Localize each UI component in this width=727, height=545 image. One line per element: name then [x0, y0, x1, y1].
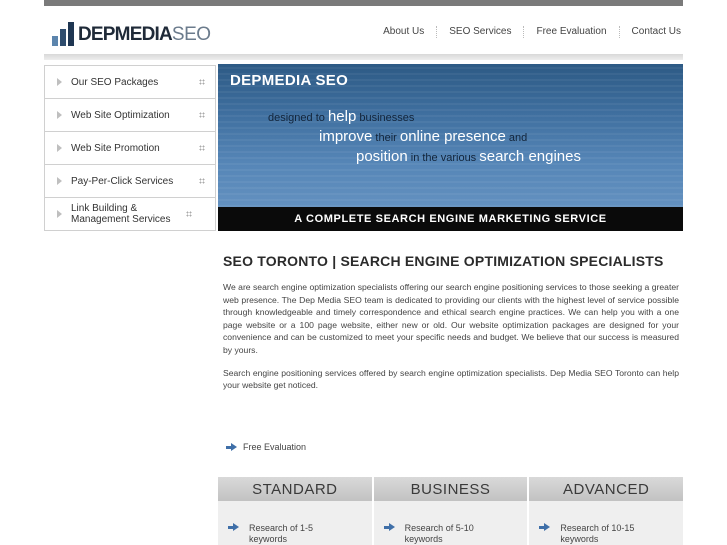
page-title: SEO TORONTO | SEARCH ENGINE OPTIMIZATION…: [223, 253, 664, 269]
tagline-emphasis: position: [356, 148, 408, 165]
package-feature: Research of 1-5 keywords: [228, 523, 372, 545]
sidebar-item-web-site-promotion[interactable]: Web Site Promotion: [45, 132, 215, 165]
tagline-text: and: [505, 132, 528, 144]
services-paragraph: Search engine positioning services offer…: [223, 367, 679, 391]
arrow-right-icon: [383, 523, 395, 532]
package-feature-label: Research of 5-10 keywords: [404, 523, 474, 544]
tagline-emphasis: improve: [319, 128, 373, 145]
sidebar-item-label: Pay-Per-Click Services: [71, 175, 174, 187]
logo-suffix: SEO: [171, 24, 211, 45]
package-header: BUSINESS: [373, 477, 528, 501]
tagline-emphasis: online presence: [399, 128, 506, 145]
dots-icon: [186, 211, 192, 217]
sidebar-item-pay-per-click[interactable]: Pay-Per-Click Services: [45, 165, 215, 198]
sidebar-item-label: Web Site Promotion: [71, 142, 160, 154]
sidebar-item-seo-packages[interactable]: Our SEO Packages: [45, 66, 215, 99]
sidebar-item-label: Our SEO Packages: [71, 76, 159, 88]
package-feature-label: Research of 1-5 keywords: [249, 523, 314, 544]
sidebar-item-link-building[interactable]: Link Building & Management Services: [45, 198, 215, 231]
package-feature-label: Research of 10-15 keywords: [560, 523, 635, 544]
package-advanced: ADVANCED Research of 10-15 keywords: [529, 477, 684, 545]
package-standard: STANDARD Research of 1-5 keywords: [218, 477, 372, 545]
hero-banner: DEPMEDIA SEO designed to help businesses…: [218, 64, 683, 231]
arrow-right-icon: [57, 78, 62, 86]
banner-tagline-1: designed to help businesses: [268, 108, 414, 125]
package-feature: Research of 10-15 keywords: [539, 523, 683, 545]
arrow-right-icon: [57, 111, 62, 119]
sidebar-nav: Our SEO Packages Web Site Optimization W…: [44, 65, 216, 231]
tagline-text: their: [372, 132, 400, 144]
header-divider: [44, 54, 683, 60]
sidebar-item-web-site-optimization[interactable]: Web Site Optimization: [45, 99, 215, 132]
top-bar: [44, 0, 683, 6]
arrow-right-icon: [228, 523, 239, 532]
logo-main: DEPMEDIA: [78, 24, 173, 45]
intro-paragraph: We are search engine optimization specia…: [223, 282, 679, 355]
banner-tagline-2: improve their online presence and: [319, 128, 527, 145]
package-business: BUSINESS Research of 5-10 keywords: [373, 477, 528, 545]
tagline-emphasis: search engines: [479, 148, 581, 165]
tagline-text: businesses: [356, 112, 415, 124]
arrow-right-icon: [57, 210, 62, 218]
nav-about-us[interactable]: About Us: [371, 26, 436, 38]
package-header: STANDARD: [218, 477, 372, 501]
main-content: SEO TORONTO | SEARCH ENGINE OPTIMIZATION…: [223, 253, 679, 392]
banner-strip: A COMPLETE SEARCH ENGINE MARKETING SERVI…: [218, 207, 683, 231]
dots-icon: [199, 145, 205, 151]
package-header: ADVANCED: [529, 477, 684, 501]
banner-title: DEPMEDIA SEO: [230, 72, 349, 89]
arrow-right-icon: [57, 144, 62, 152]
free-evaluation-label: Free Evaluation: [243, 442, 307, 452]
banner-tagline-3: position in the various search engines: [356, 148, 581, 165]
arrow-right-icon: [539, 523, 551, 532]
logo-bars-icon: [52, 22, 74, 46]
dots-icon: [199, 79, 205, 85]
nav-contact-us[interactable]: Contact Us: [618, 26, 681, 38]
top-nav: About Us SEO Services Free Evaluation Co…: [371, 26, 681, 38]
dots-icon: [199, 178, 205, 184]
dots-icon: [199, 112, 205, 118]
sidebar-item-label: Link Building & Management Services: [71, 203, 171, 225]
nav-free-evaluation[interactable]: Free Evaluation: [523, 26, 618, 38]
arrow-right-icon: [226, 442, 237, 452]
tagline-emphasis: help: [327, 108, 357, 125]
tagline-text: designed to: [268, 112, 328, 124]
package-feature: Research of 5-10 keywords: [383, 523, 528, 545]
free-evaluation-link[interactable]: Free Evaluation: [226, 442, 306, 452]
arrow-right-icon: [57, 177, 62, 185]
logo[interactable]: DEPMEDIASEO: [52, 20, 211, 46]
packages-table: STANDARD Research of 1-5 keywords BUSINE…: [218, 477, 684, 545]
sidebar-item-label: Web Site Optimization: [71, 109, 170, 121]
tagline-text: in the various: [407, 152, 480, 164]
logo-text: DEPMEDIASEO: [78, 24, 211, 46]
nav-seo-services[interactable]: SEO Services: [436, 26, 523, 38]
